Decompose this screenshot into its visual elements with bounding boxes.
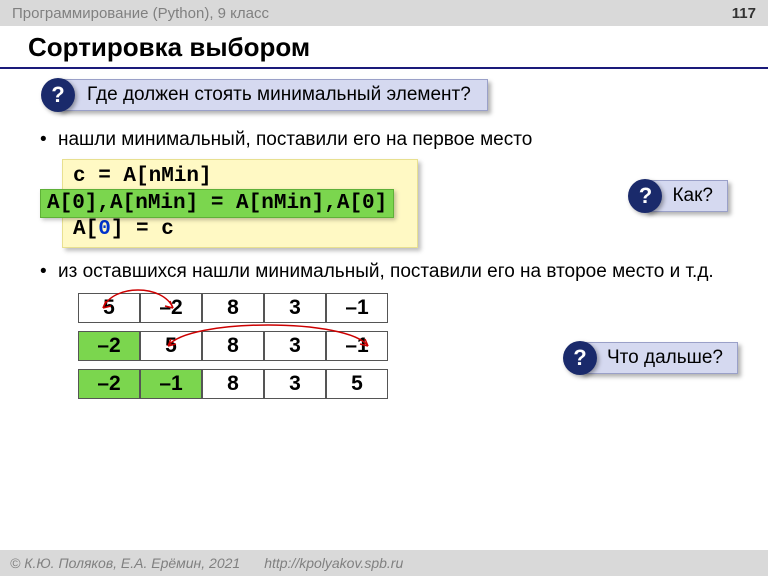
slide-footer: © К.Ю. Поляков, Е.А. Ерёмин, 2021 http:/… [0,550,768,576]
array-cell: –1 [326,293,388,323]
question-text: Как? [672,185,713,207]
array-cell: 8 [202,293,264,323]
array-cell: –2 [78,369,140,399]
array-cell: 8 [202,369,264,399]
copyright: © К.Ю. Поляков, Е.А. Ерёмин, 2021 [10,555,240,571]
array-cell: 3 [264,331,326,361]
code-green-swap: A[0],A[nMin] = A[nMin],A[0] [40,189,394,218]
question-how: ? Как? [645,180,728,212]
array-row-1: 5–283–1 [78,293,738,323]
array-cell: 3 [264,293,326,323]
bullet-1: нашли минимальный, поставили его на перв… [40,129,738,151]
array-cell: –1 [326,331,388,361]
array-cell: 5 [140,331,202,361]
bullet-2: из оставшихся нашли минимальный, постави… [40,261,738,283]
array-cell: –2 [78,331,140,361]
question-mark-icon: ? [563,341,597,375]
question-next: ? Что дальше? [580,342,738,374]
course-title: Программирование (Python), 9 класс [12,5,269,22]
array-cell: 5 [326,369,388,399]
footer-url: http://kpolyakov.spb.ru [264,555,403,571]
slide-header: Программирование (Python), 9 класс 117 [0,0,768,26]
page-number: 117 [732,5,756,22]
question-text: Где должен стоять минимальный элемент? [87,84,471,106]
array-cell: 8 [202,331,264,361]
question-text: Что дальше? [607,347,723,369]
array-cell: –2 [140,293,202,323]
array-cell: 3 [264,369,326,399]
page-title: Сортировка выбором [0,26,768,69]
question-where-min: ? Где должен стоять минимальный элемент? [58,79,488,111]
array-cell: 5 [78,293,140,323]
code-line-3: A[0] = c [73,217,407,243]
code-line-1: c = A[nMin] [73,164,407,190]
question-mark-icon: ? [628,179,662,213]
question-mark-icon: ? [41,78,75,112]
array-cell: –1 [140,369,202,399]
